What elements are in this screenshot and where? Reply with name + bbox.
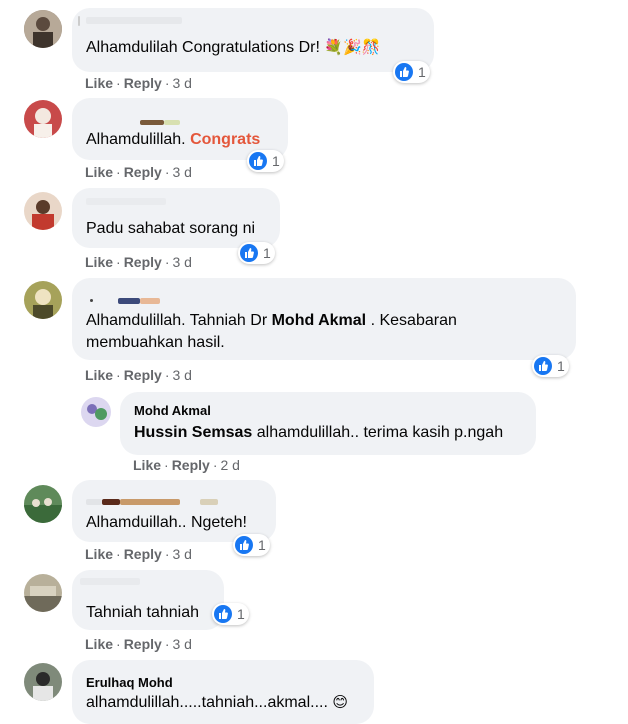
thumbs-up-icon xyxy=(395,63,413,81)
timestamp[interactable]: 3 d xyxy=(172,546,191,562)
timestamp[interactable]: 3 d xyxy=(172,75,191,91)
comment-text: Alhamdulillah. xyxy=(86,131,186,148)
mentioned-user-link[interactable]: Hussin Semsas xyxy=(134,424,252,441)
comment-bubble: Erulhaq Mohd alhamdulillah.....tahniah..… xyxy=(72,660,374,724)
like-button[interactable]: Like xyxy=(133,457,161,473)
reply-button[interactable]: Reply xyxy=(124,367,162,383)
smiling-face-icon: 😊 xyxy=(332,694,348,711)
thumbs-up-icon xyxy=(235,536,253,554)
comment-author[interactable]: Erulhaq Mohd xyxy=(86,675,173,690)
comment-text: Tahniah tahniah xyxy=(86,604,199,621)
comment-bubble: Alhamdulillah. Tahniah Dr Mohd Akmal . K… xyxy=(72,278,576,360)
thumbs-up-icon xyxy=(240,244,258,262)
like-button[interactable]: Like xyxy=(85,254,113,270)
reaction-count[interactable]: 1 xyxy=(532,355,569,377)
congrats-highlight: Congrats xyxy=(190,131,261,148)
comment-author[interactable]: Mohd Akmal xyxy=(134,403,211,418)
avatar[interactable] xyxy=(81,397,111,427)
reaction-number: 1 xyxy=(263,245,271,261)
comment-text: Padu sahabat sorang ni xyxy=(86,220,256,237)
thumbs-up-icon xyxy=(249,152,267,170)
reaction-count[interactable]: 1 xyxy=(247,150,284,172)
like-button[interactable]: Like xyxy=(85,164,113,180)
comment-text: Alhamduillah.. Ngeteh! xyxy=(86,514,247,531)
timestamp[interactable]: 3 d xyxy=(172,636,191,652)
comment-actions: Like · Reply · 2 d xyxy=(133,457,240,473)
reaction-count[interactable]: 1 xyxy=(212,603,249,625)
avatar[interactable] xyxy=(24,574,62,612)
comment-bubble: Padu sahabat sorang ni xyxy=(72,188,280,248)
reply-button[interactable]: Reply xyxy=(124,75,162,91)
comment-bubble: Tahniah tahniah xyxy=(72,570,224,630)
timestamp[interactable]: 3 d xyxy=(172,367,191,383)
comment-actions: Like · Reply · 3 d xyxy=(85,636,192,652)
avatar[interactable] xyxy=(24,663,62,701)
avatar[interactable] xyxy=(24,485,62,523)
reply-button[interactable]: Reply xyxy=(124,254,162,270)
reaction-number: 1 xyxy=(418,64,426,80)
reaction-number: 1 xyxy=(258,537,266,553)
redacted-name xyxy=(86,198,166,205)
reaction-count[interactable]: 1 xyxy=(233,534,270,556)
comment-bubble: Mohd Akmal Hussin Semsas alhamdulillah..… xyxy=(120,392,536,455)
reply-button[interactable]: Reply xyxy=(172,457,210,473)
like-button[interactable]: Like xyxy=(85,546,113,562)
comment-actions: Like · Reply · 3 d xyxy=(85,254,192,270)
comment-actions: Like · Reply · 3 d xyxy=(85,75,192,91)
timestamp[interactable]: 3 d xyxy=(172,164,191,180)
redacted-name xyxy=(80,578,140,585)
reaction-number: 1 xyxy=(237,606,245,622)
avatar[interactable] xyxy=(24,10,62,48)
emoji-bouquet-party-icon: 💐🎉🎊 xyxy=(324,39,381,56)
comment-bubble: Alhamdulilah Congratulations Dr! 💐🎉🎊 xyxy=(72,8,434,72)
redacted-name xyxy=(140,120,164,125)
reply-button[interactable]: Reply xyxy=(124,546,162,562)
reaction-count[interactable]: 1 xyxy=(238,242,275,264)
like-button[interactable]: Like xyxy=(85,75,113,91)
comment-bubble: Alhamduillah.. Ngeteh! xyxy=(72,480,276,542)
reaction-number: 1 xyxy=(272,153,280,169)
avatar[interactable] xyxy=(24,100,62,138)
thumbs-up-icon xyxy=(214,605,232,623)
redacted-name xyxy=(118,298,140,304)
comment-text: alhamdulillah.....tahniah...akmal.... xyxy=(86,694,328,712)
like-button[interactable]: Like xyxy=(85,367,113,383)
comment-text-line2: membuahkan hasil. xyxy=(86,334,225,351)
redacted-name xyxy=(86,499,102,505)
comment-text: Alhamdulillah. Tahniah Dr xyxy=(86,312,268,329)
reaction-count[interactable]: 1 xyxy=(393,61,430,83)
reaction-number: 1 xyxy=(557,358,565,374)
comment-actions: Like · Reply · 3 d xyxy=(85,164,192,180)
redacted-name xyxy=(86,17,182,24)
comment-actions: Like · Reply · 3 d xyxy=(85,546,192,562)
reply-button[interactable]: Reply xyxy=(124,636,162,652)
comment-text: alhamdulillah.. terima kasih p.ngah xyxy=(256,424,504,441)
like-button[interactable]: Like xyxy=(85,636,113,652)
avatar[interactable] xyxy=(24,192,62,230)
thumbs-up-icon xyxy=(534,357,552,375)
timestamp[interactable]: 3 d xyxy=(172,254,191,270)
tagged-user-link[interactable]: Mohd Akmal xyxy=(272,312,367,329)
comment-actions: Like · Reply · 3 d xyxy=(85,367,192,383)
avatar[interactable] xyxy=(24,281,62,319)
timestamp[interactable]: 2 d xyxy=(220,457,239,473)
comment-text: Alhamdulilah Congratulations Dr! xyxy=(86,39,320,57)
reply-button[interactable]: Reply xyxy=(124,164,162,180)
